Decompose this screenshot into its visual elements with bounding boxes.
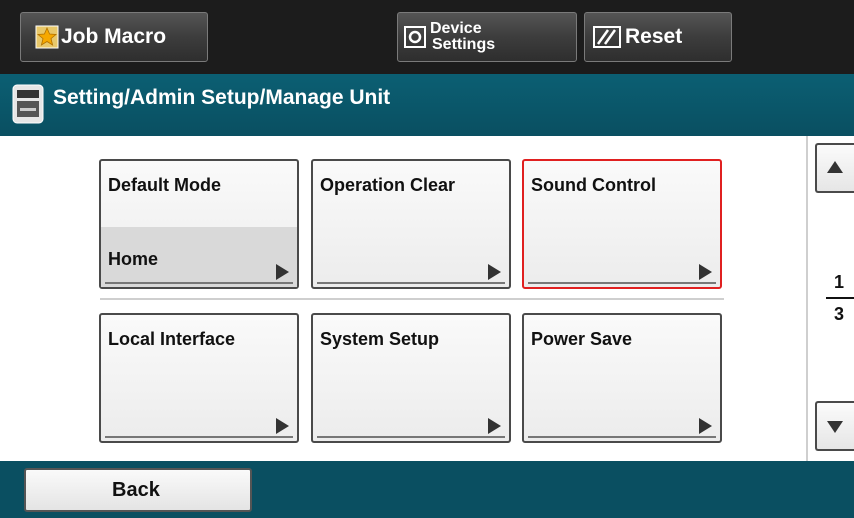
page-total: 3: [834, 304, 845, 324]
page-fraction-line: [826, 297, 854, 299]
scroll-divider: [806, 136, 808, 461]
tile-bottom-line: [317, 436, 505, 438]
top-bar: Job Macro Device Settings Reset: [0, 0, 854, 74]
device-settings-label-line2: Settings: [432, 36, 496, 53]
arrow-up-icon: [827, 161, 843, 173]
tile-bottom-line: [528, 436, 716, 438]
tile-label: System Setup: [320, 329, 440, 349]
device-settings-button[interactable]: Device Settings: [397, 12, 577, 62]
sound-control-tile[interactable]: Sound Control: [522, 159, 722, 289]
page-current: 1: [834, 272, 845, 292]
chevron-right-icon: [699, 418, 712, 434]
tile-label: Local Interface: [108, 329, 236, 349]
bottom-bar: Back: [0, 461, 854, 518]
tile-label: Sound Control: [531, 175, 656, 195]
reset-button[interactable]: Reset: [584, 12, 732, 62]
tile-bottom-line: [105, 282, 293, 284]
device-settings-label-line1: Device: [430, 20, 482, 37]
tile-label: Operation Clear: [320, 175, 456, 195]
reset-label: Reset: [625, 25, 683, 48]
job-macro-button[interactable]: Job Macro: [20, 12, 208, 62]
chevron-right-icon: [488, 264, 501, 280]
row-divider: [100, 298, 724, 300]
chevron-right-icon: [488, 418, 501, 434]
operation-clear-tile[interactable]: Operation Clear: [311, 159, 511, 289]
tile-value: Home: [108, 249, 159, 269]
tile-bottom-line: [105, 436, 293, 438]
tile-label: Default Mode: [108, 175, 222, 195]
tile-bottom-line: [528, 282, 716, 284]
title-bar: Setting/Admin Setup/Manage Unit: [0, 74, 854, 136]
back-button[interactable]: Back: [24, 468, 252, 512]
device-settings-icon: [404, 26, 426, 48]
power-save-tile[interactable]: Power Save: [522, 313, 722, 443]
printer-icon: [12, 84, 44, 124]
tile-bottom-line: [317, 282, 505, 284]
scroll-down-button[interactable]: [815, 401, 854, 451]
reset-icon: [593, 26, 621, 48]
default-mode-tile[interactable]: Default Mode Home: [99, 159, 299, 289]
page-title: Setting/Admin Setup/Manage Unit: [53, 86, 391, 109]
chevron-right-icon: [699, 264, 712, 280]
tile-label: Power Save: [531, 329, 633, 349]
system-setup-tile[interactable]: System Setup: [311, 313, 511, 443]
arrow-down-icon: [827, 421, 843, 433]
main-panel: Default Mode Home Operation Clear Sound …: [0, 136, 854, 461]
job-macro-label: Job Macro: [61, 25, 167, 48]
local-interface-tile[interactable]: Local Interface: [99, 313, 299, 443]
star-icon: [35, 25, 59, 49]
chevron-right-icon: [276, 264, 289, 280]
chevron-right-icon: [276, 418, 289, 434]
scroll-up-button[interactable]: [815, 143, 854, 193]
